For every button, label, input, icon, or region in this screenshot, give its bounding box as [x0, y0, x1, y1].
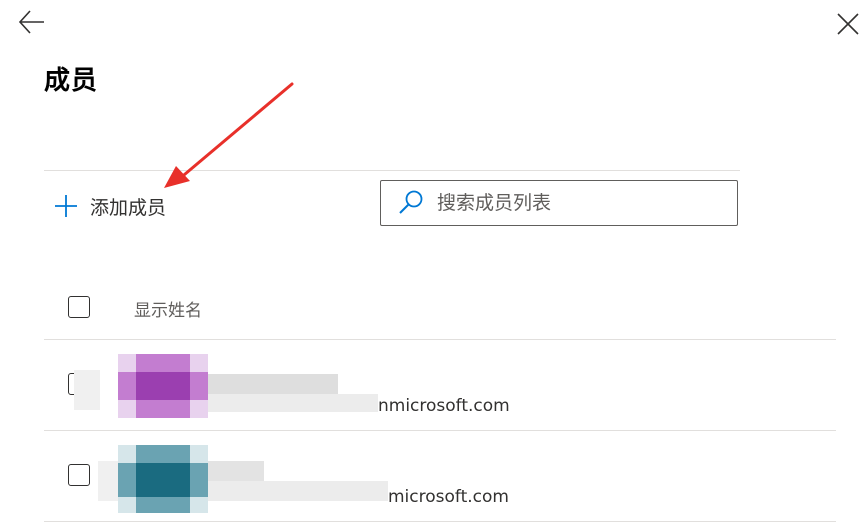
column-header-display-name: 显示姓名 — [134, 301, 202, 321]
add-member-label: 添加成员 — [90, 196, 167, 219]
table-row[interactable]: microsoft.com — [0, 431, 868, 521]
table-row[interactable]: nmicrosoft.com — [0, 340, 868, 430]
arrow-left-icon — [18, 10, 44, 34]
select-all-checkbox[interactable] — [68, 296, 90, 318]
search-box[interactable] — [380, 180, 738, 226]
row-divider — [44, 521, 836, 522]
member-email: nmicrosoft.com — [378, 396, 510, 416]
search-input[interactable] — [435, 191, 729, 215]
close-button[interactable] — [832, 8, 862, 38]
close-icon — [837, 13, 859, 35]
row-checkbox[interactable] — [68, 464, 90, 486]
divider — [44, 170, 740, 171]
page-title: 成员 — [44, 66, 99, 96]
plus-icon — [55, 195, 77, 217]
search-icon — [399, 190, 423, 214]
add-member-button[interactable]: 添加成员 — [52, 190, 166, 222]
member-email: microsoft.com — [388, 487, 509, 507]
back-button[interactable] — [16, 8, 48, 36]
